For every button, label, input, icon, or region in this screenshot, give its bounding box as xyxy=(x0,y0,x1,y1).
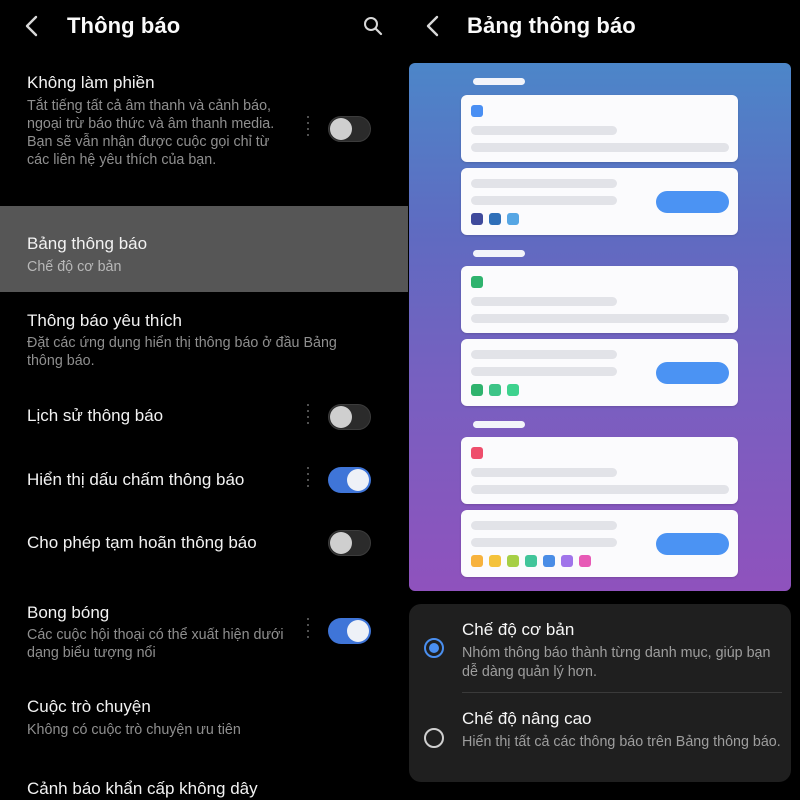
text-line xyxy=(471,350,617,359)
preview-card xyxy=(461,510,738,577)
setting-subtitle: Chế độ cơ bản xyxy=(27,259,122,275)
app-icon xyxy=(471,555,483,567)
toggle-do-not-disturb[interactable] xyxy=(328,116,371,142)
app-icon xyxy=(507,384,519,396)
header: Bảng thông báo xyxy=(408,0,800,52)
setting-notification-panel[interactable]: Bảng thông báo Chế độ cơ bản xyxy=(0,206,408,292)
app-icon xyxy=(471,447,483,459)
group-header-bar xyxy=(473,78,525,85)
setting-title: Cuộc trò chuyện xyxy=(27,697,151,716)
mode-options-card: Chế độ cơ bản Nhóm thông báo thành từng … xyxy=(409,604,791,782)
text-line xyxy=(471,297,617,306)
app-icon xyxy=(579,555,591,567)
search-icon[interactable] xyxy=(362,15,384,37)
app-icon xyxy=(489,384,501,396)
preview-card xyxy=(461,95,738,162)
toggle-snooze-notifications[interactable] xyxy=(328,530,371,556)
app-icon xyxy=(561,555,573,567)
setting-bubbles[interactable]: Bong bóng Các cuộc hội thoại có thể xuất… xyxy=(0,592,408,672)
setting-do-not-disturb[interactable]: Không làm phiền Tắt tiếng tất cả âm than… xyxy=(0,62,408,198)
text-line xyxy=(471,521,617,530)
option-basic-mode[interactable]: Chế độ cơ bản Nhóm thông báo thành từng … xyxy=(409,604,791,692)
setting-title: Không làm phiền xyxy=(27,73,155,92)
setting-title: Thông báo yêu thích xyxy=(27,311,183,330)
setting-notification-dots[interactable]: Hiển thị dấu chấm thông báo xyxy=(0,454,408,506)
preview-card xyxy=(461,437,738,504)
setting-title: Cho phép tạm hoãn thông báo xyxy=(27,533,257,552)
toggle-notification-dots[interactable] xyxy=(328,467,371,493)
text-line xyxy=(471,314,729,323)
app-icon xyxy=(507,213,519,225)
preview-card xyxy=(461,168,738,235)
preview-card xyxy=(461,339,738,406)
action-pill xyxy=(656,191,729,213)
text-line xyxy=(471,196,617,205)
notifications-settings-pane: Thông báo Không làm phiền Tắt tiếng tất … xyxy=(0,0,408,800)
divider-dots xyxy=(307,467,309,493)
header: Thông báo xyxy=(0,0,408,52)
setting-favorite-notifications[interactable]: Thông báo yêu thích Đặt các ứng dụng hiể… xyxy=(0,300,408,378)
divider-dots xyxy=(307,404,309,430)
text-line xyxy=(471,538,617,547)
text-line xyxy=(471,126,617,135)
text-line xyxy=(471,468,617,477)
radio-advanced-mode[interactable] xyxy=(424,728,444,748)
setting-title: Bong bóng xyxy=(27,603,110,622)
preview-card xyxy=(461,266,738,333)
app-icon xyxy=(489,213,501,225)
toggle-bubbles[interactable] xyxy=(328,618,371,644)
setting-title: Cảnh báo khẩn cấp không dây xyxy=(27,779,258,798)
text-line xyxy=(471,143,729,152)
app-icon xyxy=(471,213,483,225)
setting-subtitle: Tắt tiếng tất cả âm thanh và cảnh báo, n… xyxy=(27,98,275,168)
option-description: Hiển thị tất cả các thông báo trên Bảng … xyxy=(462,734,781,750)
text-line xyxy=(471,367,617,376)
toggle-notification-history[interactable] xyxy=(328,404,371,430)
radio-basic-mode[interactable] xyxy=(424,638,444,658)
divider-dots xyxy=(307,618,309,644)
setting-notification-history[interactable]: Lịch sử thông báo xyxy=(0,390,408,442)
page-title: Bảng thông báo xyxy=(467,13,636,38)
app-icon xyxy=(525,555,537,567)
setting-subtitle: Đặt các ứng dụng hiển thị thông báo ở đầ… xyxy=(27,335,337,369)
page-title: Thông báo xyxy=(67,13,181,38)
group-header-bar xyxy=(473,421,525,428)
setting-title: Hiển thị dấu chấm thông báo xyxy=(27,470,245,489)
app-icon xyxy=(489,555,501,567)
action-pill xyxy=(656,362,729,384)
notification-panel-pane: Bảng thông báo Chế độ cơ bản Nhóm thông … xyxy=(408,0,800,800)
text-line xyxy=(471,179,617,188)
back-arrow-icon[interactable] xyxy=(22,14,42,38)
action-pill xyxy=(656,533,729,555)
setting-subtitle: Không có cuộc trò chuyện ưu tiên xyxy=(27,722,241,738)
app-icon xyxy=(471,384,483,396)
option-title: Chế độ nâng cao xyxy=(462,709,592,728)
divider-dots xyxy=(307,116,309,142)
setting-subtitle: Các cuộc hội thoại có thể xuất hiện dưới… xyxy=(27,627,284,661)
setting-title: Bảng thông báo xyxy=(27,234,148,253)
app-icon xyxy=(543,555,555,567)
back-arrow-icon[interactable] xyxy=(423,14,443,38)
setting-conversations[interactable]: Cuộc trò chuyện Không có cuộc trò chuyện… xyxy=(0,686,408,756)
app-icon xyxy=(507,555,519,567)
option-title: Chế độ cơ bản xyxy=(462,620,575,639)
option-description: Nhóm thông báo thành từng danh mục, giúp… xyxy=(462,645,771,680)
setting-snooze-notifications[interactable]: Cho phép tạm hoãn thông báo xyxy=(0,517,408,569)
app-icon xyxy=(471,276,483,288)
text-line xyxy=(471,485,729,494)
group-header-bar xyxy=(473,250,525,257)
setting-title: Lịch sử thông báo xyxy=(27,406,164,425)
setting-wireless-emergency-alerts[interactable]: Cảnh báo khẩn cấp không dây xyxy=(0,768,408,800)
app-icon xyxy=(471,105,483,117)
notification-panel-preview xyxy=(409,63,791,591)
option-advanced-mode[interactable]: Chế độ nâng cao Hiển thị tất cả các thôn… xyxy=(409,693,791,782)
